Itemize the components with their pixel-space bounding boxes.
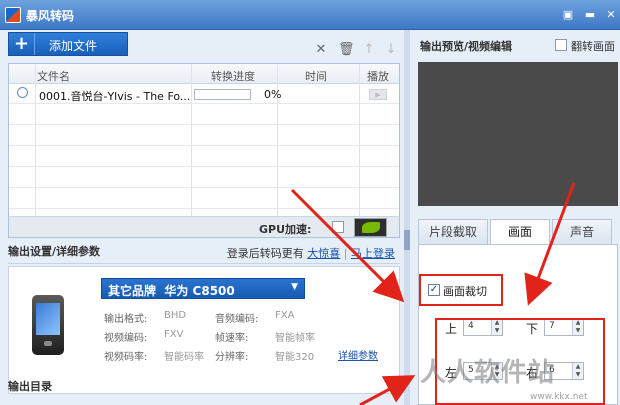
arrow-to-crop-fields <box>524 182 576 306</box>
arrow-to-crop-checkbox <box>290 188 405 303</box>
arrow-to-left-field <box>359 375 416 405</box>
watermark: 人人软件站 <box>420 358 556 388</box>
watermark-url: www.kkx.net <box>530 392 588 402</box>
annotation-arrows <box>290 182 576 405</box>
